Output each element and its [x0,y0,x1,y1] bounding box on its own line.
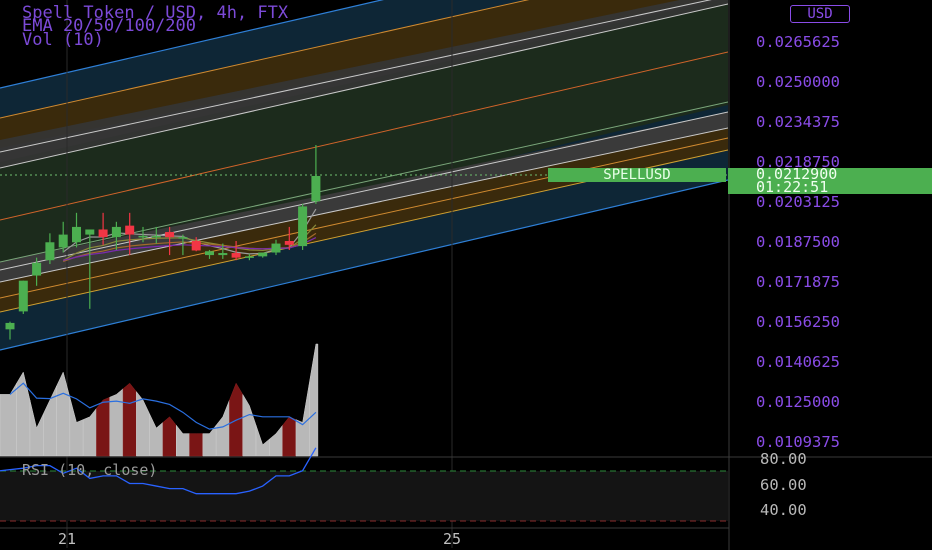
volume-segment [82,407,97,457]
candle-body [58,234,68,248]
price-tick: 0.0109375 [756,433,840,451]
candle-body [111,226,121,238]
candle-body [244,256,254,258]
volume-segment [162,416,177,457]
rsi-title: RSI (10, close) [22,461,158,479]
volume-segment [122,382,137,457]
candle-body [218,253,228,256]
volume-segment [96,396,110,457]
price-tick: 0.0234375 [756,113,840,131]
candle-body [32,262,42,276]
candle-body [5,322,15,330]
candle [298,203,308,250]
price-tick: 0.0171875 [756,273,840,291]
volume-segment [149,413,164,457]
price-tick: 0.0140625 [756,353,840,371]
price-tick: 0.0187500 [756,233,840,251]
candle [18,280,28,314]
volume-legend: Vol (10) [22,30,104,50]
volume-segment [136,390,150,457]
candle-body [178,237,188,239]
candle-body [271,243,281,253]
price-tick: 0.0125000 [756,393,840,411]
volume-segment [255,425,270,457]
volume-segment [56,371,71,457]
volume-segment [269,424,283,457]
candle-body [151,235,161,238]
candle-body [205,251,214,256]
candle-body [165,232,175,238]
time-tick-21: 21 [58,530,77,548]
rsi-tick: 40.00 [760,501,807,519]
candle-body [18,280,28,312]
price-tick: 0.0265625 [756,33,840,51]
candle-body [72,226,81,243]
volume-segment [282,416,297,457]
candle-body [284,241,294,245]
volume-segment [309,343,319,457]
candle-body [98,229,108,238]
symbol-tag: SPELLUSD [548,168,726,182]
volume-segment [176,424,190,457]
candle-body [258,252,268,257]
volume-area [0,343,319,457]
candle-body [311,175,321,202]
volume-segment [69,397,84,457]
candle-body [191,241,201,251]
rsi-tick: 80.00 [760,450,807,468]
price-tick: 0.0250000 [756,73,840,91]
volume-segment [242,393,257,457]
volume-segment [0,382,17,457]
candle-body [45,242,55,261]
volume-segment [202,424,217,457]
candle-body [138,235,148,238]
time-tick-25: 25 [443,530,462,548]
rsi-tick: 60.00 [760,476,807,494]
candle-body [231,253,241,258]
candle-body [85,229,95,235]
candle-body [125,225,135,235]
last-price-tag: 0.0212900 01:22:51 [728,167,932,196]
volume-segment [16,371,31,457]
volume-segment [189,433,204,457]
price-tick: 0.0156250 [756,313,840,331]
bar-countdown: 01:22:51 [756,178,829,196]
volume-segment [109,388,124,457]
currency-badge[interactable]: USD [790,5,850,23]
candle-body [298,206,308,247]
volume-segment [29,399,44,457]
